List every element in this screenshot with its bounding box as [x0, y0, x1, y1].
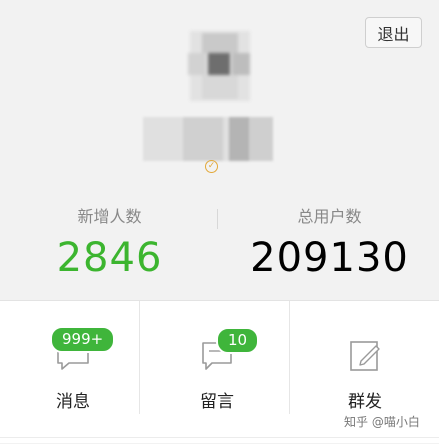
profile-header: 退出 ✓ 新增人数 2846 总用户数 209130 [0, 0, 439, 300]
bottom-divider [0, 437, 439, 438]
menu-label-broadcast: 群发 [348, 392, 382, 412]
menu-item-messages[interactable]: 999+ 消息 [0, 301, 146, 444]
total-users-stat: 总用户数 209130 [220, 205, 439, 283]
comments-badge: 10 [216, 327, 260, 354]
menu-divider [139, 301, 140, 414]
total-users-value: 209130 [250, 235, 409, 281]
menu-label-messages: 消息 [56, 392, 90, 412]
verified-icon: ✓ [205, 160, 218, 173]
nickname [143, 117, 273, 161]
stats-divider [217, 209, 218, 229]
menu-item-comments[interactable]: 10 留言 [144, 301, 290, 444]
new-users-label: 新增人数 [77, 207, 142, 226]
compose-icon [350, 341, 380, 371]
new-users-value: 2846 [56, 235, 163, 281]
messages-badge: 999+ [50, 326, 116, 353]
total-users-label: 总用户数 [297, 207, 362, 226]
watermark: 知乎 @喵小白 [344, 415, 420, 429]
menu-label-comments: 留言 [200, 392, 234, 412]
menu-divider [289, 301, 290, 414]
logout-button[interactable]: 退出 [365, 17, 422, 48]
new-users-stat: 新增人数 2846 [0, 205, 219, 283]
avatar [180, 31, 260, 101]
